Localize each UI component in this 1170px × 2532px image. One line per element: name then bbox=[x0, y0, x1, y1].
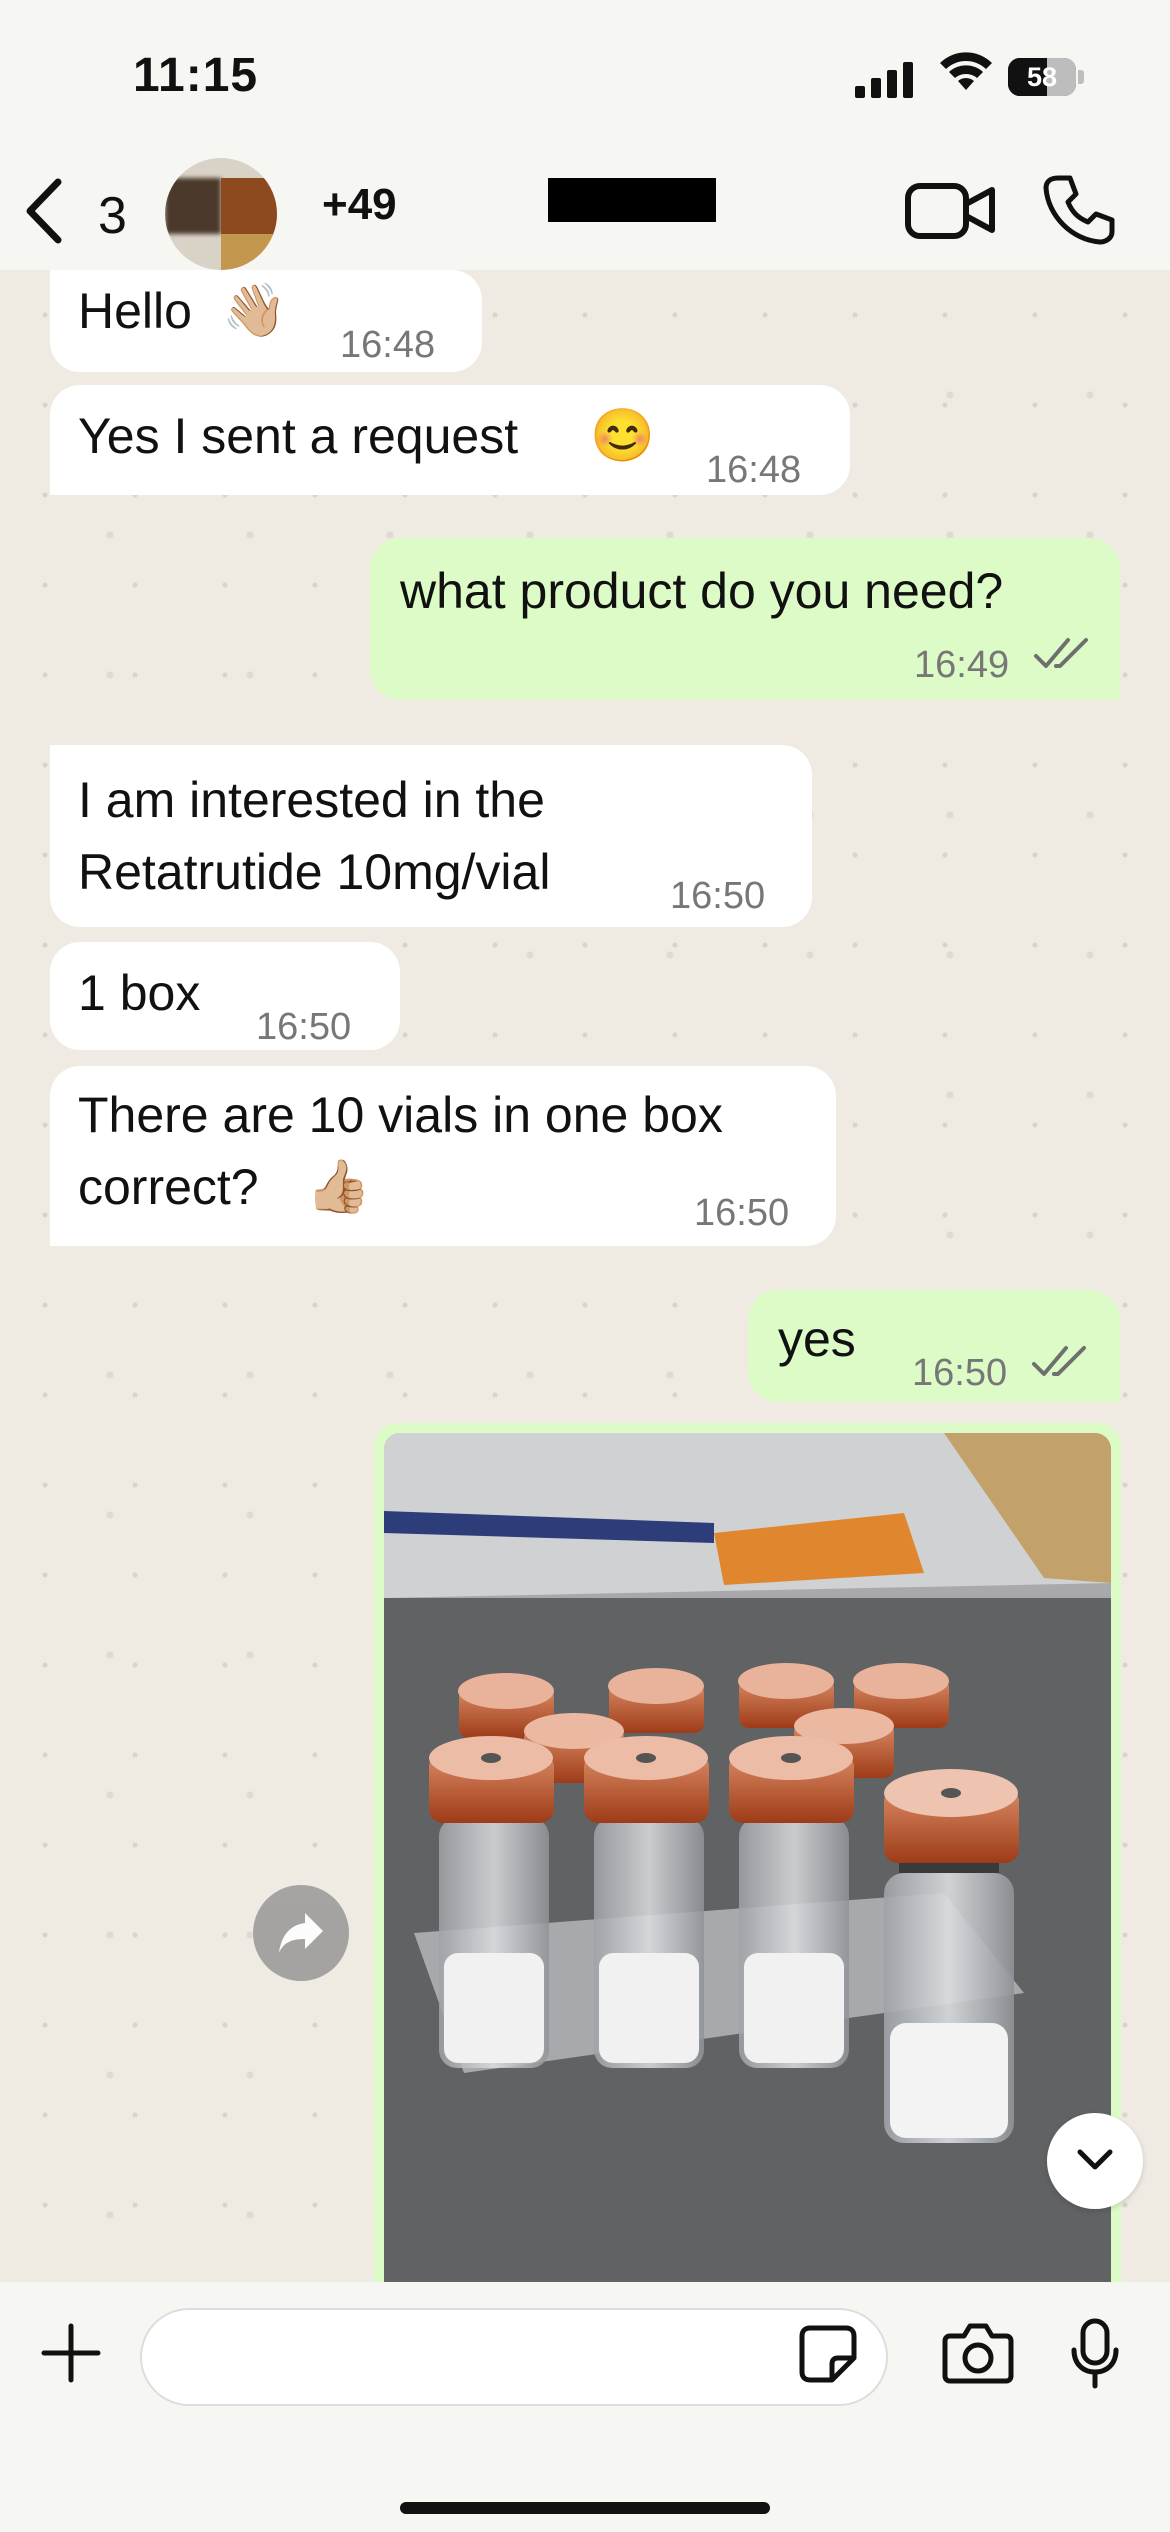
outgoing-message[interactable]: yes 16:50 bbox=[748, 1290, 1120, 1402]
message-text: yes bbox=[778, 1311, 856, 1367]
message-text: 1 box bbox=[78, 965, 201, 1021]
message-time: 16:48 bbox=[340, 324, 436, 366]
chevron-left-icon bbox=[26, 178, 62, 244]
avatar[interactable] bbox=[165, 158, 277, 270]
battery-icon: 58 bbox=[1008, 58, 1086, 96]
signal-icon bbox=[855, 62, 913, 98]
message-time: 16:50 bbox=[912, 1352, 1008, 1394]
scroll-to-bottom-button[interactable] bbox=[1047, 2113, 1143, 2209]
message-text-line: correct? bbox=[78, 1159, 259, 1215]
camera-icon[interactable] bbox=[942, 2322, 1014, 2384]
double-check-icon bbox=[1034, 638, 1088, 668]
outgoing-image-message[interactable] bbox=[374, 1423, 1121, 2282]
message-time: 16:50 bbox=[256, 1006, 352, 1048]
incoming-message[interactable]: Yes I sent a request 😊 16:48 bbox=[50, 385, 850, 495]
contact-name[interactable]: +49 bbox=[322, 180, 397, 230]
message-composer bbox=[0, 2282, 1170, 2532]
photo-vials[interactable] bbox=[384, 1433, 1111, 2282]
message-text: Hello bbox=[78, 283, 192, 339]
home-indicator bbox=[400, 2502, 770, 2514]
incoming-message[interactable]: There are 10 vials in one box correct? 👍… bbox=[50, 1066, 836, 1246]
thumbs-up-emoji: 👍🏼 bbox=[306, 1158, 371, 1216]
status-bar: 11:15 58 bbox=[0, 0, 1170, 150]
phone-icon[interactable] bbox=[1042, 172, 1116, 246]
incoming-message[interactable]: Hello 👋🏼 16:48 bbox=[50, 270, 482, 372]
unread-count: 3 bbox=[98, 187, 127, 245]
message-time: 16:50 bbox=[694, 1192, 790, 1234]
message-text: what product do you need? bbox=[400, 563, 1004, 619]
waving-hand-emoji: 👋🏼 bbox=[222, 282, 287, 340]
chat-header: 3 +49 bbox=[0, 150, 1170, 270]
status-time: 11:15 bbox=[133, 49, 259, 102]
message-text-line: I am interested in the bbox=[78, 772, 545, 828]
video-camera-icon[interactable] bbox=[904, 178, 996, 242]
message-input[interactable] bbox=[140, 2308, 888, 2406]
wifi-icon bbox=[940, 52, 992, 90]
message-time: 16:49 bbox=[914, 644, 1010, 686]
message-time: 16:48 bbox=[706, 449, 802, 491]
forward-arrow-icon bbox=[279, 1913, 323, 1953]
outgoing-message[interactable]: what product do you need? 16:49 bbox=[370, 538, 1120, 700]
sticker-icon[interactable] bbox=[798, 2324, 858, 2384]
back-button[interactable]: 3 bbox=[22, 170, 132, 250]
smiling-face-emoji: 😊 bbox=[590, 407, 655, 465]
incoming-message[interactable]: I am interested in the Retatrutide 10mg/… bbox=[50, 745, 812, 927]
incoming-message[interactable]: 1 box 16:50 bbox=[50, 942, 400, 1050]
battery-percent: 58 bbox=[1026, 62, 1058, 92]
double-check-icon bbox=[1032, 1346, 1086, 1376]
chevron-down-icon bbox=[1077, 2149, 1113, 2170]
message-time: 16:50 bbox=[670, 875, 766, 917]
message-text-line: Retatrutide 10mg/vial bbox=[78, 844, 551, 900]
chat-area[interactable]: Hello 👋🏼 16:48 Yes I sent a request 😊 16… bbox=[0, 270, 1170, 2282]
message-text: Yes I sent a request bbox=[78, 408, 519, 464]
forward-button[interactable] bbox=[253, 1885, 349, 1981]
message-text-line: There are 10 vials in one box bbox=[78, 1087, 723, 1143]
plus-icon[interactable] bbox=[40, 2322, 102, 2384]
redaction-bar bbox=[548, 178, 716, 222]
microphone-icon[interactable] bbox=[1070, 2318, 1120, 2390]
